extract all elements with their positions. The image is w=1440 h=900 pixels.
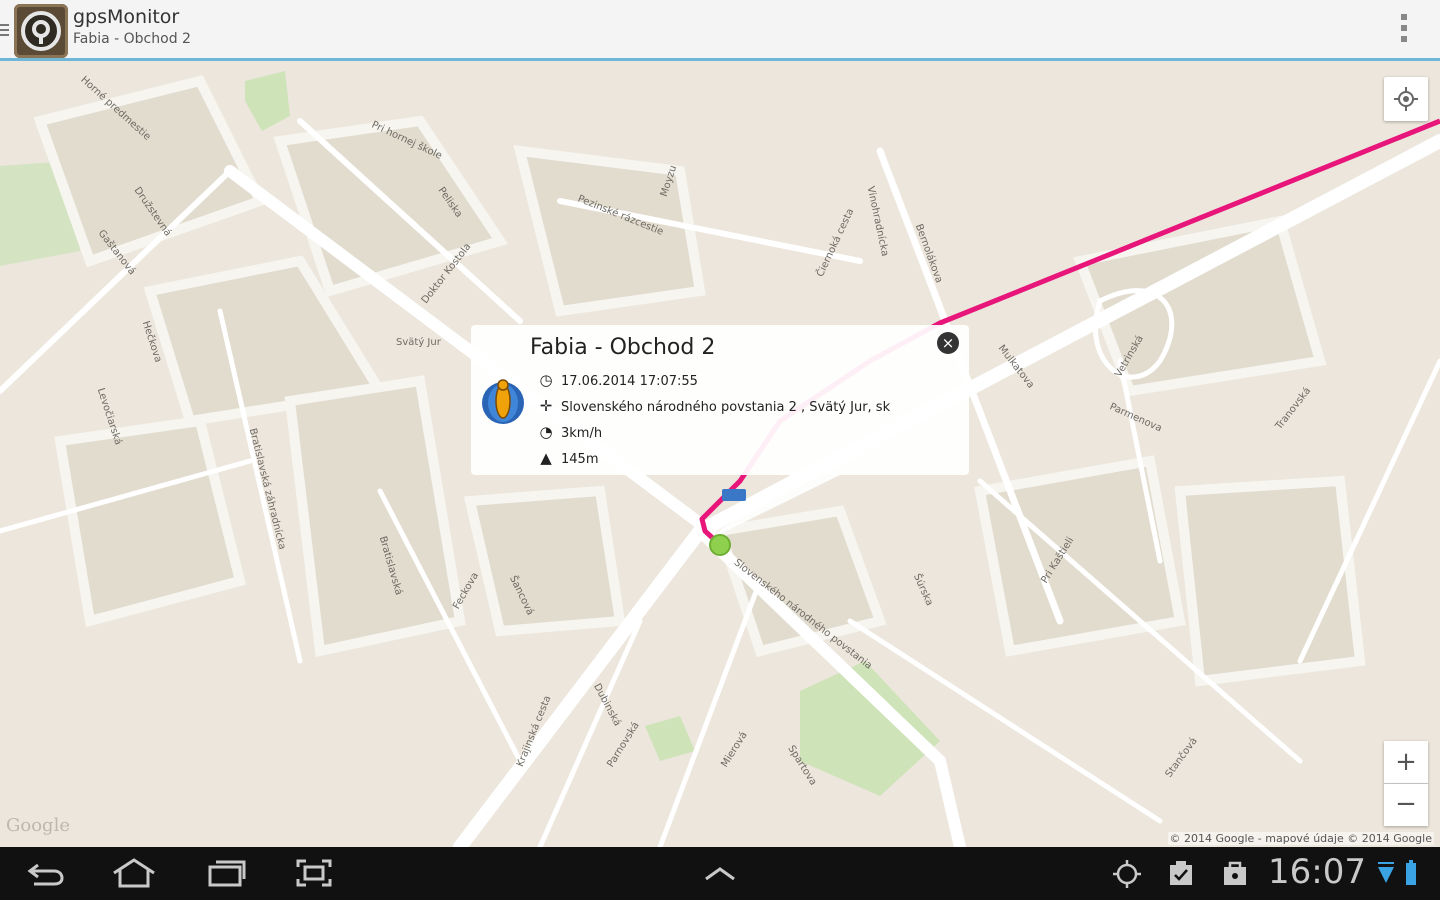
crosshair-icon xyxy=(1394,87,1418,111)
street-label: Svätý Jur xyxy=(396,337,441,348)
info-altitude: 145m xyxy=(561,452,599,467)
zoom-out-button[interactable]: − xyxy=(1384,784,1428,826)
drawer-indicator-icon[interactable] xyxy=(0,24,9,38)
person-avatar-icon xyxy=(481,375,525,427)
chevron-up-icon[interactable] xyxy=(700,857,740,889)
recent-apps-icon[interactable] xyxy=(204,857,248,889)
info-datetime: 17.06.2014 17:07:55 xyxy=(561,374,698,389)
screenshot-icon[interactable] xyxy=(294,857,334,889)
status-clock: 16:07 xyxy=(1268,852,1366,892)
clipboard-check-icon xyxy=(1170,861,1192,885)
info-address-row: ✛ Slovenského národného povstania 2 , Svä… xyxy=(535,397,890,415)
marker-info-window[interactable]: Fabia - Obchod 2 × ◷ 17.06.2014 17:07:55 … xyxy=(471,325,969,475)
close-icon[interactable]: × xyxy=(937,332,959,354)
clock-icon: ◷ xyxy=(539,371,553,389)
info-datetime-row: ◷ 17.06.2014 17:07:55 xyxy=(535,371,698,389)
info-address: Slovenského národného povstania 2 , Svät… xyxy=(561,400,891,415)
overflow-menu-icon[interactable] xyxy=(1396,14,1412,48)
app-title: gpsMonitor xyxy=(73,6,180,28)
speedometer-icon: ◔ xyxy=(539,423,553,441)
system-nav-bar: 16:07 xyxy=(0,847,1440,900)
map-attribution[interactable]: © 2014 Google - mapové údaje © 2014 Goog… xyxy=(1167,832,1434,845)
google-logo: Google xyxy=(6,815,70,836)
my-location-button[interactable] xyxy=(1384,77,1428,121)
gps-status-icon xyxy=(1113,860,1141,888)
wifi-signal-icon xyxy=(1378,862,1394,883)
map-view[interactable]: Horné predmestie Družstevná Gaštanová Pr… xyxy=(0,61,1440,847)
info-speed: 3km/h xyxy=(561,426,603,441)
info-altitude-row: ▲ 145m xyxy=(535,449,598,467)
app-subtitle: Fabia - Obchod 2 xyxy=(73,31,191,47)
battery-icon xyxy=(1406,860,1416,885)
mountain-icon: ▲ xyxy=(540,449,552,467)
shopping-bag-icon xyxy=(1224,861,1246,885)
info-title: Fabia - Obchod 2 xyxy=(530,335,716,360)
vehicle-marker[interactable] xyxy=(709,534,731,556)
info-speed-row: ◔ 3km/h xyxy=(535,423,602,441)
crosshair-icon: ✛ xyxy=(539,397,553,415)
action-bar: gpsMonitor Fabia - Obchod 2 xyxy=(0,0,1440,61)
app-logo-icon[interactable] xyxy=(14,4,68,58)
back-icon[interactable] xyxy=(24,857,68,889)
home-icon[interactable] xyxy=(110,857,158,889)
zoom-in-button[interactable]: + xyxy=(1384,741,1428,784)
